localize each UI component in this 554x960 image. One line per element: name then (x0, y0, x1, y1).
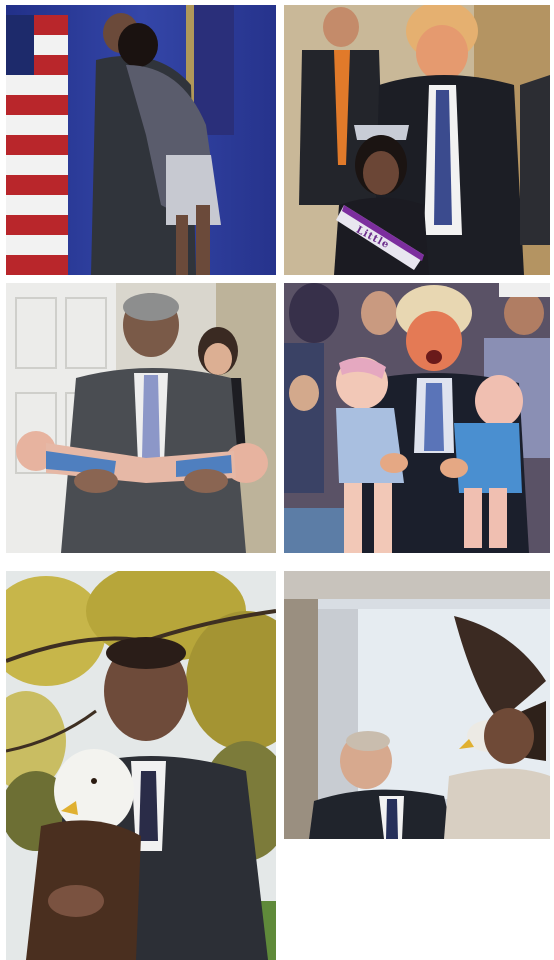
hug-photo (6, 5, 276, 275)
eagle-attack-photo (284, 571, 550, 839)
eagle-posing-photo (6, 571, 276, 960)
photo-collage: Little (0, 0, 554, 960)
two-babies-calm-photo (6, 283, 276, 553)
pageant-girl-photo (284, 5, 550, 275)
two-babies-crying-photo (284, 283, 550, 553)
